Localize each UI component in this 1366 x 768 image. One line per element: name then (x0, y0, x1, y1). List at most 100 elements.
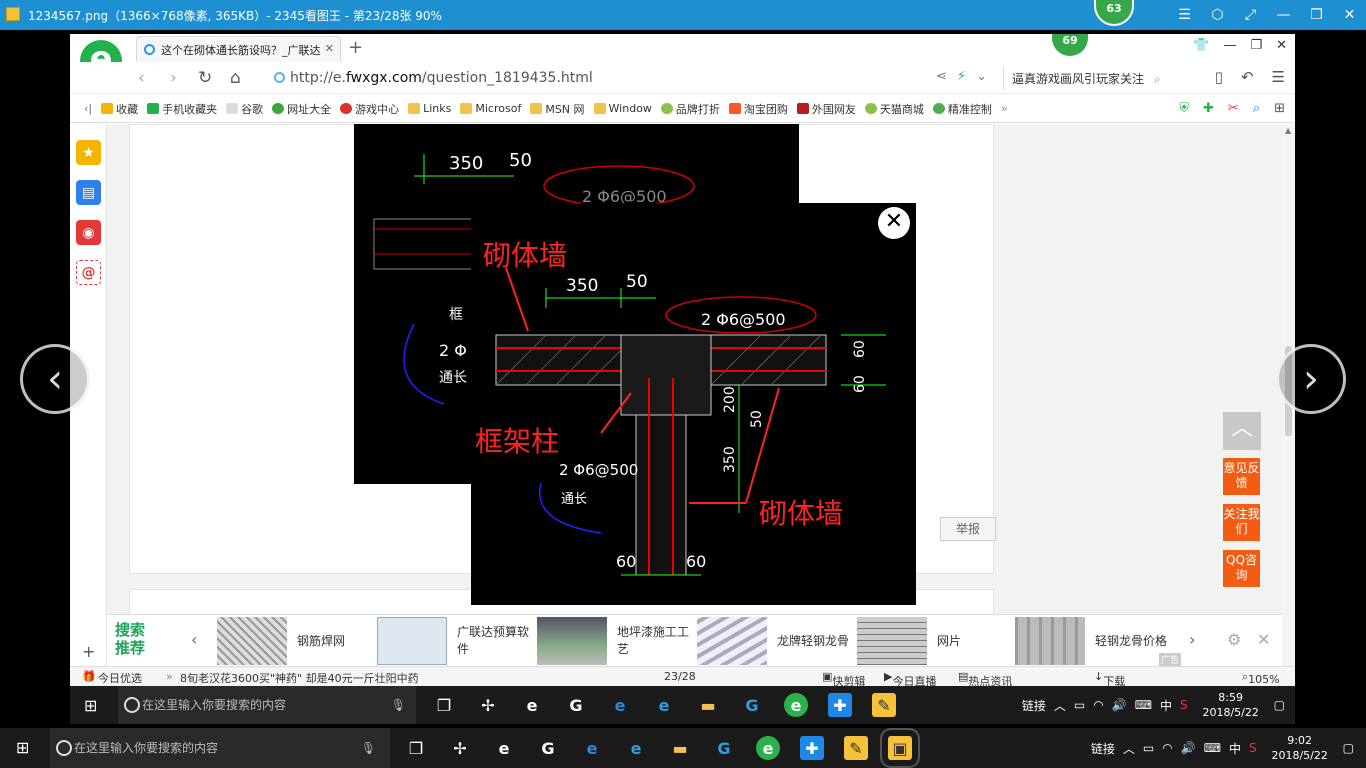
volume-icon[interactable]: 🔊 (1181, 741, 1196, 755)
taskbar-search-input[interactable]: 在这里输入你要搜索的内容 🎙 (50, 728, 390, 768)
download-link[interactable]: ↓ 下载 (1094, 670, 1125, 688)
tray-chevron-icon[interactable]: ︿ (1054, 697, 1066, 714)
keyboard-icon[interactable]: ⌨ (1204, 741, 1221, 755)
browser-close-icon[interactable]: ✕ (1276, 38, 1287, 53)
score-badge[interactable]: 63 (1094, 0, 1134, 26)
skin-icon[interactable]: ⬡ (1201, 0, 1234, 30)
search-icon[interactable]: ⌕ (1154, 72, 1161, 86)
microphone-icon[interactable]: 🎙 (361, 728, 376, 768)
ie-browser-icon[interactable]: e (492, 736, 516, 760)
wifi-icon[interactable]: ◠ (1162, 741, 1172, 755)
edge-icon[interactable]: e (580, 736, 604, 760)
fan-app-icon[interactable]: ✢ (476, 693, 500, 717)
bookmark-item[interactable]: Microsof (460, 102, 521, 115)
file-explorer-icon[interactable]: ▬ (696, 693, 720, 717)
bookmark-item[interactable]: Links (408, 102, 451, 115)
ie-icon[interactable]: e (624, 736, 648, 760)
task-view-icon[interactable]: ❐ (432, 693, 456, 717)
bookmark-item[interactable]: 精准控制 (932, 101, 992, 117)
follow-us-button[interactable]: 关注我们 (1223, 504, 1260, 541)
swirl-app-icon[interactable]: G (564, 693, 588, 717)
menu-icon[interactable]: ☰ (1168, 0, 1201, 30)
sogou-icon[interactable]: S (1180, 698, 1188, 712)
forward-icon[interactable]: › (170, 68, 177, 88)
bookmark-item[interactable]: 手机收藏夹 (147, 101, 217, 117)
bookmark-item[interactable]: 淘宝团购 (728, 101, 788, 117)
live-link[interactable]: ▶ 今日直播 (884, 670, 936, 688)
feedback-button[interactable]: 意见反馈 (1223, 458, 1260, 495)
volume-icon[interactable]: 🔊 (1112, 698, 1127, 712)
browser-taskbar-icon[interactable]: e (784, 693, 808, 717)
home-icon[interactable]: ⌂ (230, 68, 241, 88)
ime-indicator[interactable]: 中 (1160, 697, 1172, 714)
weibo-icon[interactable]: ◉ (76, 220, 101, 245)
refresh-icon[interactable]: ↻ (198, 68, 212, 88)
page-scrollbar[interactable]: ▲ ▼ (1282, 124, 1295, 707)
prev-arrow-icon[interactable]: ‹ (191, 630, 197, 649)
bookmark-item[interactable]: 品牌打折 (660, 101, 720, 117)
fan-app-icon[interactable]: ✢ (448, 736, 472, 760)
bookmark-item[interactable]: Window (593, 102, 652, 115)
sidebar-add-icon[interactable]: + (82, 642, 95, 661)
minimize-icon[interactable]: — (1267, 0, 1300, 30)
clock[interactable]: 9:02 2018/5/22 (1265, 733, 1335, 763)
bookmark-item[interactable]: 外国网友 (796, 101, 856, 117)
swirl-app-icon[interactable]: G (536, 736, 560, 760)
share-icon[interactable]: ⋖ (936, 69, 947, 84)
plus-app-icon[interactable]: ✚ (800, 736, 824, 760)
bookmark-item[interactable]: 网址大全 (272, 101, 331, 117)
new-tab-button[interactable]: + (348, 37, 363, 58)
g-app-icon[interactable]: G (740, 693, 764, 717)
g-app-icon[interactable]: G (712, 736, 736, 760)
edge-icon[interactable]: e (608, 693, 632, 717)
task-view-icon[interactable]: ❐ (404, 736, 428, 760)
bookmark-item[interactable]: 收藏 (101, 101, 138, 117)
bookmarks-collapse-icon[interactable]: ‹| (84, 102, 92, 115)
notes-app-icon[interactable]: ✎ (872, 693, 896, 717)
browser-badge[interactable]: 69 (1050, 34, 1090, 58)
url-field[interactable]: http://e.fwxgx.com/question_1819435.html (274, 70, 593, 86)
shield-icon[interactable]: ⛨ (1179, 101, 1189, 116)
browser-restore-icon[interactable]: ❐ (1250, 38, 1262, 53)
taskbar-search-input[interactable]: 在这里输入你要搜索的内容 🎙 (118, 686, 416, 724)
fullscreen-icon[interactable]: ⤢ (1234, 0, 1267, 30)
plus-app-icon[interactable]: ✚ (828, 693, 852, 717)
tab-close-icon[interactable]: ✕ (325, 42, 334, 55)
grid-icon[interactable]: ⊞ (1274, 101, 1285, 116)
tray-chevron-icon[interactable]: ︿ (1123, 740, 1135, 757)
ad-item[interactable]: 轻钢龙骨价格 (1015, 615, 1170, 667)
extension-icon[interactable]: ✚ (1203, 101, 1214, 116)
microphone-icon[interactable]: 🎙 (391, 686, 406, 724)
browser-minimize-icon[interactable]: — (1223, 38, 1236, 53)
qq-consult-button[interactable]: QQ咨询 (1223, 550, 1260, 587)
search-input[interactable]: 逼真游戏画风引玩家关注 ⌕ (1003, 66, 1178, 90)
favorites-star-icon[interactable]: ★ (76, 140, 101, 165)
ie-icon[interactable]: e (652, 693, 676, 717)
undo-icon[interactable]: ↶ (1241, 68, 1254, 86)
zoom-level[interactable]: ⌕ 105% (1242, 670, 1280, 686)
hot-news-link[interactable]: ▤ 热点资讯 (958, 670, 1012, 688)
hamburger-menu-icon[interactable]: ☰ (1272, 68, 1285, 86)
browser-tab[interactable]: 这个在砌体通长筋设吗？_广联达 ✕ (136, 36, 341, 62)
reader-icon[interactable]: ▤ (76, 180, 101, 205)
mail-icon[interactable]: @ (76, 260, 101, 285)
notes-app-icon[interactable]: ✎ (844, 736, 868, 760)
clock[interactable]: 8:59 2018/5/22 (1196, 690, 1266, 720)
lightning-icon[interactable]: ⚡ (957, 69, 966, 84)
back-icon[interactable]: ‹ (138, 68, 145, 88)
sogou-icon[interactable]: S (1249, 741, 1257, 755)
close-icon[interactable]: ✕ (1333, 0, 1366, 30)
notification-icon[interactable]: ▢ (1343, 741, 1354, 755)
tray-link-label[interactable]: 链接 (1022, 697, 1046, 714)
next-arrow-icon[interactable]: › (1189, 630, 1195, 649)
bookmark-item[interactable]: MSN 网 (530, 101, 585, 117)
dropdown-icon[interactable]: ⌄ (976, 69, 987, 84)
browser-taskbar-icon[interactable]: e (756, 736, 780, 760)
ad-item[interactable]: 网片 (857, 615, 1012, 667)
ad-close-icon[interactable]: ✕ (1257, 630, 1270, 649)
wifi-icon[interactable]: ◠ (1093, 698, 1103, 712)
bookmark-item[interactable]: 天猫商城 (864, 101, 924, 117)
keyboard-icon[interactable]: ⌨ (1135, 698, 1152, 712)
quick-cut-link[interactable]: ▣ 快剪辑 (822, 670, 865, 688)
back-to-top-button[interactable]: ︿ (1223, 412, 1261, 450)
